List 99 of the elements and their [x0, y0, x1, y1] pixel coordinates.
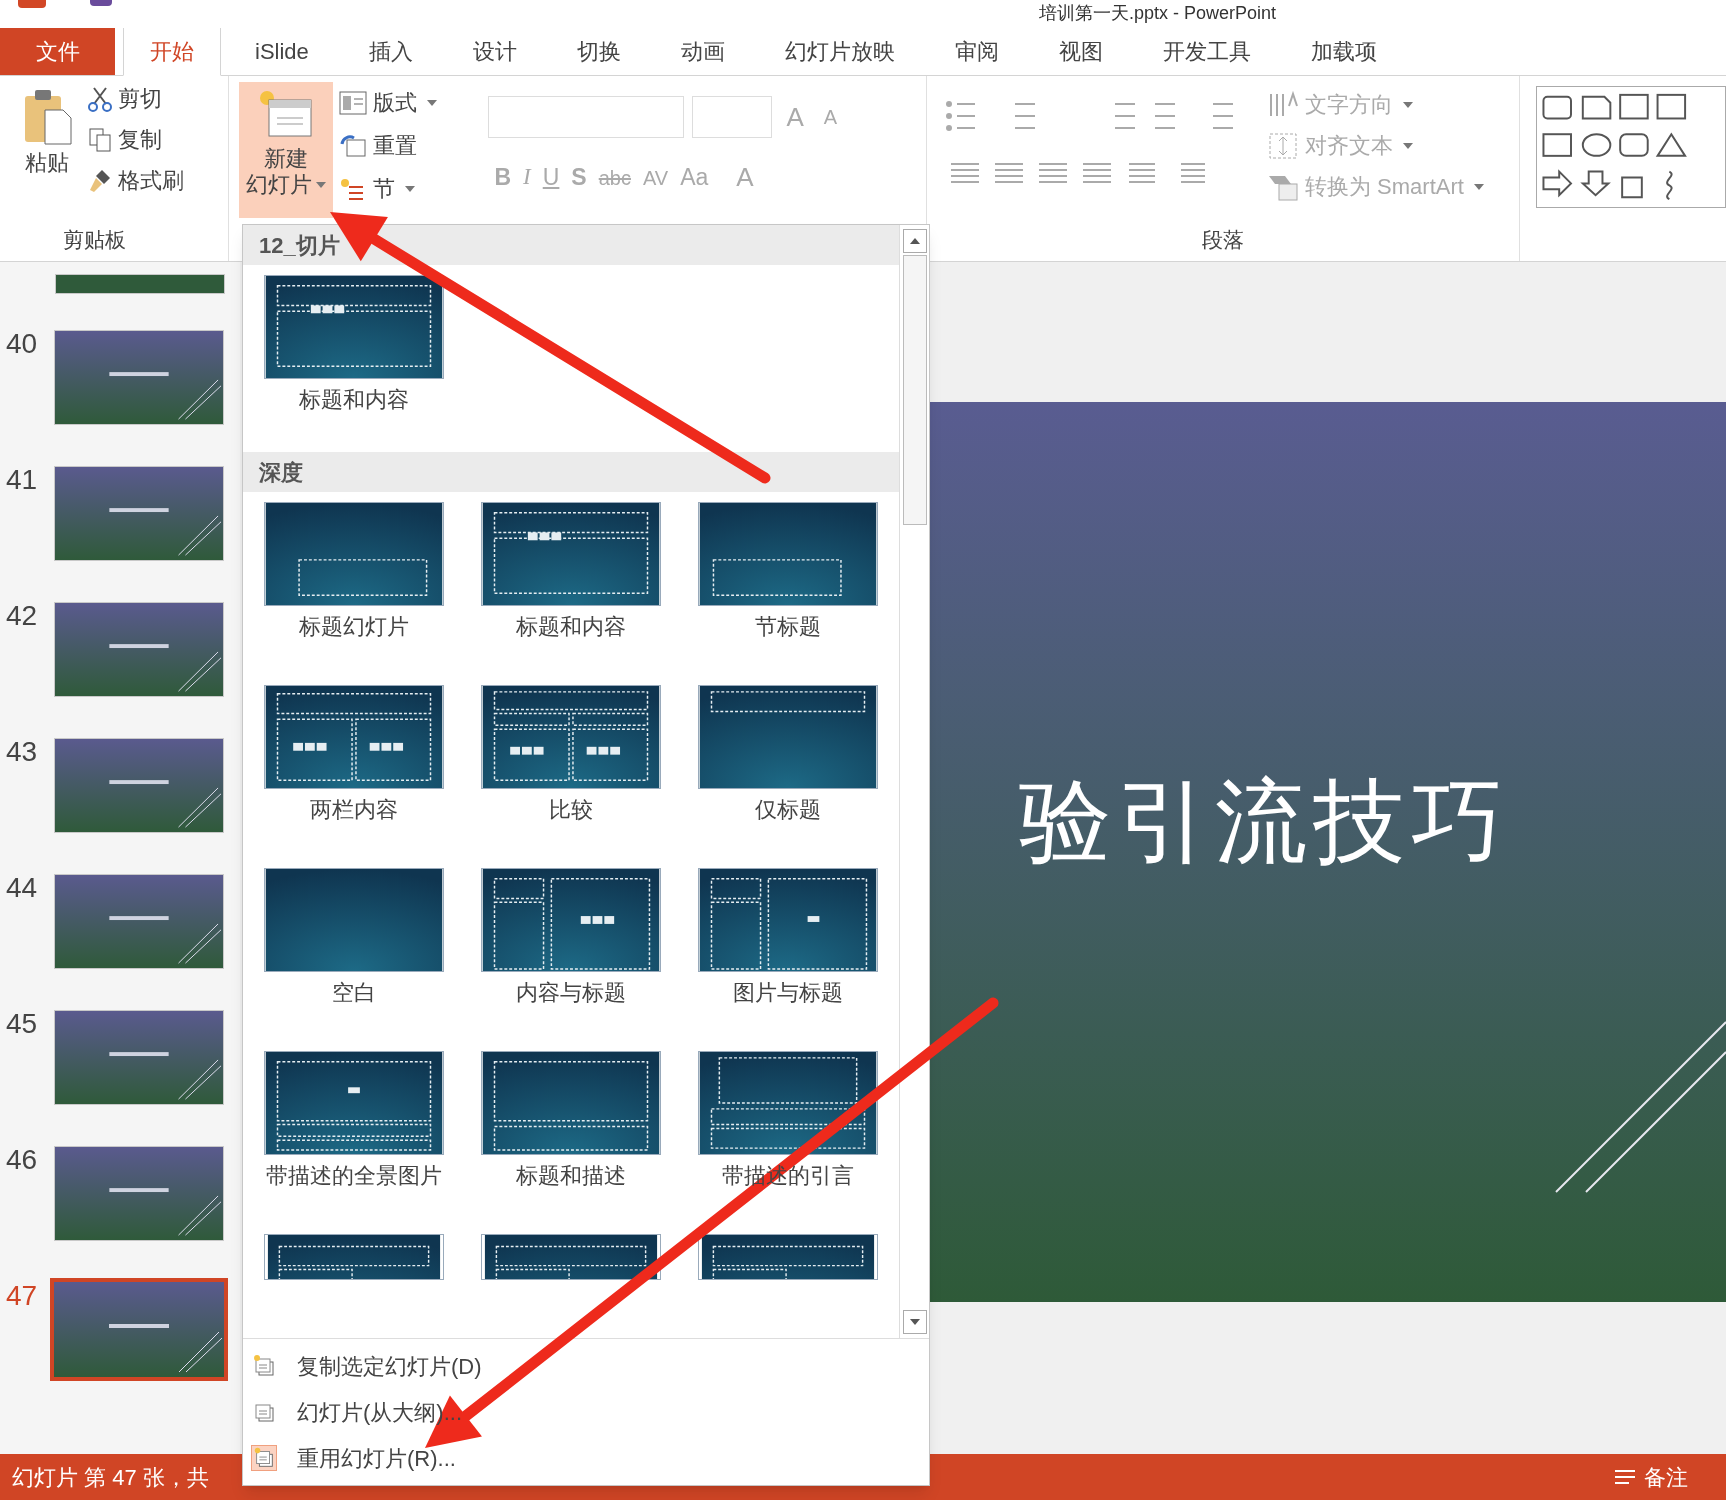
copy-button[interactable]: 复制 — [88, 123, 184, 156]
window-title: 培训第一天.pptx - PowerPoint — [1038, 2, 1276, 24]
group-label: 段落 — [1200, 226, 1245, 253]
layout-thumbnail[interactable] — [263, 502, 444, 606]
shapes-gallery[interactable] — [1536, 86, 1726, 208]
notes-icon — [1614, 1468, 1636, 1486]
paste-button[interactable]: 粘贴 — [14, 88, 80, 224]
ribbon-tab[interactable]: 设计 — [446, 28, 543, 75]
layout-thumbnail[interactable] — [481, 1234, 661, 1280]
ribbon-tab[interactable]: 审阅 — [928, 28, 1025, 75]
layout-name: 标题和描述 — [516, 1162, 626, 1190]
scrollbar[interactable] — [899, 225, 929, 1338]
up-triangle-icon — [909, 238, 920, 244]
format-painter-button[interactable]: 格式刷 — [88, 164, 184, 197]
slide-number: 47 — [6, 1282, 39, 1310]
ribbon-tab[interactable]: 开始 — [123, 27, 221, 76]
align-text-icon — [1266, 130, 1299, 161]
section-header: 12_切片 — [243, 225, 899, 265]
reset-icon — [339, 133, 368, 158]
scissors-icon — [88, 85, 112, 112]
layout-thumbnail[interactable] — [263, 275, 444, 379]
slide-thumbnail[interactable] — [50, 1278, 228, 1381]
new-slide-button[interactable]: 新建 幻灯片 — [239, 82, 334, 218]
caret-icon — [1402, 142, 1413, 149]
caret-icon — [1402, 101, 1413, 108]
slide-number: 46 — [6, 1146, 39, 1174]
cut-button[interactable]: 剪切 — [88, 82, 184, 115]
file-tab[interactable]: 文件 — [0, 28, 115, 75]
layout-name: 标题幻灯片 — [298, 613, 409, 641]
slide-number: 43 — [6, 738, 39, 766]
layout-name: 标题和内容 — [298, 386, 409, 414]
brush-icon — [88, 167, 112, 194]
slide-number: 42 — [6, 602, 39, 630]
ribbon-tab[interactable]: iSlide — [229, 28, 335, 75]
menu-item[interactable]: 复制选定幻灯片(D) — [243, 1343, 929, 1389]
slide-thumbnail[interactable] — [54, 1146, 224, 1241]
layout-name: 仅标题 — [755, 796, 822, 824]
scrollbar-thumb[interactable] — [902, 255, 927, 525]
ribbon-tab[interactable]: 开发工具 — [1136, 28, 1277, 75]
slide-number: 45 — [6, 1010, 39, 1038]
copy-icon — [88, 126, 112, 153]
slide-number: 44 — [6, 874, 39, 902]
slide-thumbnail[interactable] — [55, 274, 225, 294]
layout-thumbnail[interactable] — [698, 1234, 879, 1280]
slide-thumbnail[interactable] — [54, 330, 224, 425]
section-button[interactable]: 节 — [339, 172, 438, 205]
layout-icon — [339, 90, 368, 115]
notes-button[interactable]: 备注 — [1614, 1460, 1714, 1494]
slide-stack-icon — [251, 1445, 277, 1471]
layout-thumbnail[interactable] — [698, 1051, 879, 1155]
layout-thumbnail[interactable] — [263, 1234, 444, 1280]
slide-thumbnail[interactable] — [54, 466, 224, 561]
section-header: 深度 — [243, 452, 899, 492]
layout-name: 带描述的全景图片 — [265, 1162, 442, 1190]
layout-thumbnail[interactable] — [698, 502, 879, 606]
group-label: 剪贴板 — [61, 226, 127, 253]
slide-stack-icon — [251, 1353, 277, 1379]
layout-thumbnail[interactable] — [481, 1051, 661, 1155]
layout-name: 内容与标题 — [516, 979, 626, 1007]
caret-icon — [1473, 183, 1484, 190]
layout-thumbnail[interactable] — [698, 685, 879, 789]
layout-name: 比较 — [549, 796, 593, 824]
layout-thumbnail[interactable] — [698, 868, 879, 972]
layout-name: 节标题 — [755, 613, 822, 641]
layout-thumbnail[interactable] — [263, 868, 444, 972]
slide-number: 40 — [6, 330, 39, 358]
down-triangle-icon — [909, 1319, 920, 1325]
slide-number: 41 — [6, 466, 39, 494]
ribbon-tab[interactable]: 视图 — [1032, 28, 1129, 75]
ribbon-tab[interactable]: 加载项 — [1284, 28, 1403, 75]
layout-thumbnail[interactable] — [263, 685, 444, 789]
layout-button[interactable]: 版式 — [339, 86, 438, 119]
slide-title: 验引流技巧 — [1019, 767, 1509, 877]
font-name-field[interactable] — [488, 96, 685, 138]
slide-canvas[interactable]: 验引流技巧 — [929, 402, 1726, 1302]
layout-name: 两栏内容 — [309, 796, 398, 824]
ribbon-tab[interactable]: 切换 — [550, 28, 647, 75]
layout-thumbnail[interactable] — [481, 502, 661, 606]
ribbon-tab[interactable]: 插入 — [342, 28, 439, 75]
layout-name: 空白 — [331, 979, 376, 1007]
slide-count-text: 幻灯片 第 47 张，共 — [12, 1463, 209, 1492]
slide-thumbnail[interactable] — [54, 602, 224, 697]
layout-name: 图片与标题 — [733, 979, 844, 1007]
reset-button[interactable]: 重置 — [339, 129, 438, 162]
scroll-up-button[interactable] — [902, 229, 927, 253]
slide-thumbnail[interactable] — [54, 1010, 224, 1105]
layout-thumbnail[interactable] — [481, 685, 661, 789]
ribbon-tab[interactable]: 幻灯片放映 — [758, 28, 921, 75]
layout-thumbnail[interactable] — [481, 868, 661, 972]
caret-icon — [405, 185, 416, 192]
font-size-field[interactable] — [692, 96, 773, 138]
slide-thumbnail[interactable] — [54, 874, 224, 969]
scroll-down-button[interactable] — [902, 1310, 927, 1334]
caret-icon — [427, 99, 438, 106]
caret-icon — [316, 182, 327, 188]
layout-name: 标题和内容 — [516, 613, 626, 641]
layout-thumbnail[interactable] — [263, 1051, 444, 1155]
slide-thumbnail[interactable] — [54, 738, 224, 833]
ribbon-tab[interactable]: 动画 — [654, 28, 751, 75]
